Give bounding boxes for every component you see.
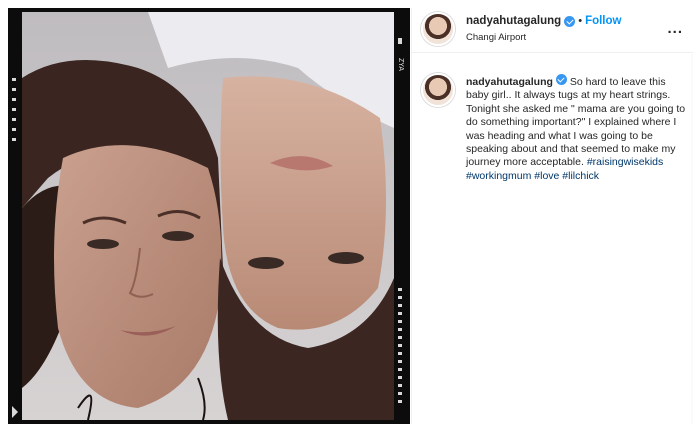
follow-button[interactable]: Follow <box>585 15 621 27</box>
more-options-icon[interactable]: ... <box>667 20 683 37</box>
username-link[interactable]: nadyahutagalung <box>466 15 561 27</box>
caption-avatar[interactable] <box>421 73 455 107</box>
instagram-post: ZYA nadyahutagalung • Follow Changi Airp… <box>0 0 700 432</box>
post-photo[interactable]: ZYA <box>8 8 410 424</box>
location-link[interactable]: Changi Airport <box>466 32 526 43</box>
separator-dot: • <box>578 15 583 27</box>
photo-illustration: ZYA <box>8 8 410 424</box>
post-sidebar: nadyahutagalung • Follow Changi Airport … <box>411 8 693 424</box>
caption-username-link[interactable]: nadyahutagalung <box>466 76 553 88</box>
film-mark: ZYA <box>397 58 404 71</box>
verified-badge-icon <box>555 74 567 85</box>
caption-text: nadyahutagalung So hard to leave this ba… <box>466 74 688 183</box>
caption-body: So hard to leave this baby girl.. It alw… <box>466 76 686 169</box>
verified-badge-icon <box>564 15 576 27</box>
scrollbar[interactable] <box>691 54 693 424</box>
avatar[interactable] <box>421 12 455 46</box>
post-header: nadyahutagalung • Follow Changi Airport … <box>412 8 693 53</box>
